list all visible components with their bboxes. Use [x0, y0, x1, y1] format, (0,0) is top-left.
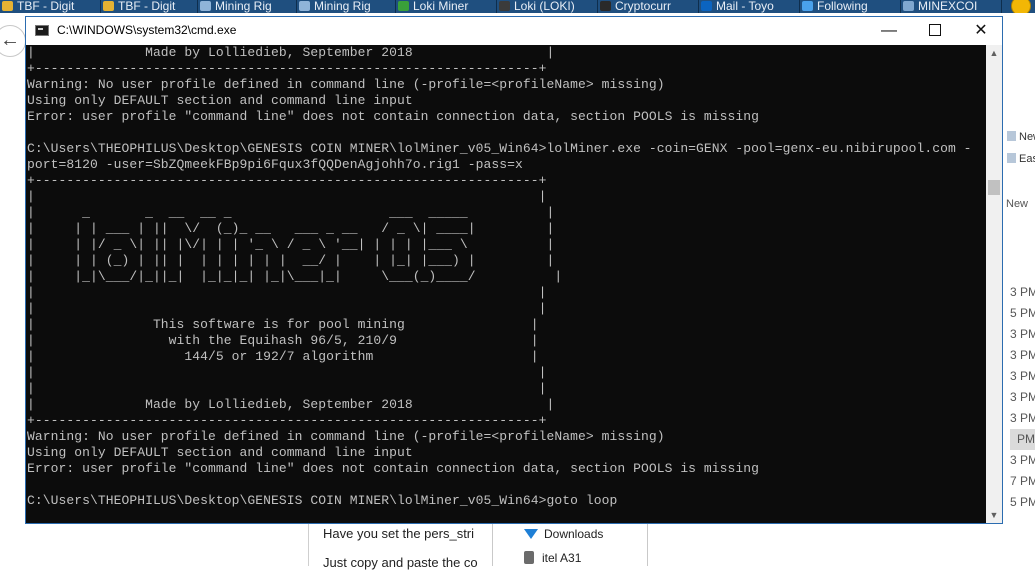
- tab-favicon-icon: [103, 1, 114, 11]
- tab-favicon-icon: [600, 1, 611, 11]
- minimize-button[interactable]: —: [866, 17, 912, 45]
- browser-tab[interactable]: Cryptocurr: [598, 0, 699, 13]
- console-line: | | | ___ | || \/ (_)_ __ ___ _ __ / _ \…: [27, 221, 555, 236]
- ribbon-group-label: New: [1006, 198, 1029, 210]
- console-line: | Made by Lolliedieb, September 2018 |: [27, 397, 555, 412]
- console-line: Warning: No user profile defined in comm…: [27, 77, 665, 92]
- console-line: | | |/ _ \| || |\/| | | '_ \ / _ \ '__| …: [27, 237, 555, 252]
- file-modified-time[interactable]: 5 PM: [1010, 303, 1035, 324]
- console-line: Error: user profile "command line" does …: [27, 109, 760, 124]
- file-modified-time[interactable]: 3 PM: [1010, 345, 1035, 366]
- console-line: Using only DEFAULT section and command l…: [27, 445, 413, 460]
- easy-access-icon: [1007, 153, 1016, 163]
- console-line: +---------------------------------------…: [27, 413, 547, 428]
- console-line: Using only DEFAULT section and command l…: [27, 93, 413, 108]
- console-line: | Made by Lolliedieb, September 2018 |: [27, 45, 555, 60]
- file-modified-time[interactable]: 7 PM: [1010, 471, 1035, 492]
- ribbon-easy-access[interactable]: Easy: [1007, 153, 1035, 165]
- profile-avatar[interactable]: [1011, 0, 1031, 13]
- download-arrow-icon: [524, 529, 538, 539]
- page-divider: [308, 524, 309, 566]
- console-line: +---------------------------------------…: [27, 61, 547, 76]
- console-line: | 144/5 or 192/7 algorithm |: [27, 349, 539, 364]
- minimize-icon: —: [881, 22, 897, 39]
- close-icon: ✕: [974, 22, 988, 39]
- browser-tab[interactable]: Loki Miner: [396, 0, 497, 13]
- console-line: | |: [27, 301, 547, 316]
- twitter-icon: [802, 1, 813, 11]
- maximize-button[interactable]: [912, 17, 958, 45]
- outlook-icon: [701, 1, 712, 11]
- console-line: C:\Users\THEOPHILUS\Desktop\GENESIS COIN…: [27, 141, 972, 156]
- console-line: | with the Equihash 96/5, 210/9 |: [27, 333, 539, 348]
- browser-tab[interactable]: Mining Rig: [198, 0, 297, 13]
- file-modified-time[interactable]: 3 PM: [1010, 324, 1035, 345]
- page-text: Just copy and paste the co: [323, 555, 478, 570]
- tab-favicon-icon: [398, 1, 409, 11]
- browser-tab[interactable]: TBF - Digit: [101, 0, 198, 13]
- console-text: | Made by Lolliedieb, September 2018 | +…: [26, 45, 986, 523]
- cmd-app-icon[interactable]: [35, 25, 49, 36]
- console-line: Error: user profile "command line" does …: [27, 461, 760, 476]
- phone-icon: [524, 551, 534, 564]
- console-line: | This software is for pool mining |: [27, 317, 539, 332]
- vertical-scrollbar[interactable]: ▲ ▼: [986, 45, 1002, 523]
- scroll-down-icon[interactable]: ▼: [986, 507, 1002, 523]
- browser-tab[interactable]: TBF - Digit: [0, 0, 101, 13]
- browser-tab[interactable]: MINEXCOI: [901, 0, 1002, 13]
- console-line: | |_|\___/|_||_| |_|_|_| |_|\___|_| \___…: [27, 269, 563, 284]
- browser-left-edge: [0, 13, 25, 566]
- console-line: | | | (_) | || | | | | | | | __/ | | |_|…: [27, 253, 555, 268]
- tab-favicon-icon: [2, 1, 13, 11]
- console-line: | |: [27, 285, 547, 300]
- file-modified-time[interactable]: 3 PM: [1010, 408, 1035, 429]
- browser-tab[interactable]: Loki (LOKI): [497, 0, 598, 13]
- file-modified-time-selected[interactable]: PM: [1010, 429, 1035, 450]
- tab-favicon-icon: [200, 1, 211, 11]
- maximize-icon: [929, 24, 941, 36]
- browser-tab[interactable]: Following: [800, 0, 901, 13]
- file-modified-time[interactable]: 5 PM: [1010, 492, 1035, 513]
- ribbon-new-item[interactable]: New: [1007, 131, 1035, 143]
- new-item-icon: [1007, 131, 1016, 141]
- scroll-up-icon[interactable]: ▲: [986, 45, 1002, 61]
- nav-item-device[interactable]: itel A31: [524, 551, 581, 565]
- console-line: C:\Users\THEOPHILUS\Desktop\GENESIS COIN…: [27, 493, 618, 508]
- cmd-window: C:\WINDOWS\system32\cmd.exe — ✕ | Made b…: [25, 16, 1003, 524]
- console-line: | |: [27, 365, 547, 380]
- file-modified-time[interactable]: 3 PM: [1010, 387, 1035, 408]
- console-output[interactable]: | Made by Lolliedieb, September 2018 | +…: [26, 45, 986, 523]
- tab-favicon-icon: [299, 1, 310, 11]
- scrollbar-thumb[interactable]: [988, 180, 1000, 195]
- console-line: port=8120 -user=SbZQmeekFBp9pi6Fqux3fQQD…: [27, 157, 523, 172]
- nav-item-downloads[interactable]: Downloads: [524, 527, 603, 541]
- browser-tab[interactable]: Mining Rig: [297, 0, 396, 13]
- browser-tab[interactable]: Mail - Toyo: [699, 0, 800, 13]
- console-line: Warning: No user profile defined in comm…: [27, 429, 665, 444]
- browser-tab-strip: TBF - Digit TBF - Digit Mining Rig Minin…: [0, 0, 1035, 13]
- console-line: | _ _ __ __ _ ___ _____ |: [27, 205, 555, 220]
- console-line: | |: [27, 189, 547, 204]
- page-text: Have you set the pers_stri: [323, 526, 475, 541]
- file-modified-time[interactable]: 3 PM: [1010, 366, 1035, 387]
- window-title: C:\WINDOWS\system32\cmd.exe: [57, 23, 237, 37]
- file-modified-time[interactable]: 3 PM: [1010, 450, 1035, 471]
- cmd-title-bar[interactable]: C:\WINDOWS\system32\cmd.exe — ✕: [26, 17, 1002, 45]
- tab-favicon-icon: [903, 1, 914, 11]
- close-button[interactable]: ✕: [958, 17, 1004, 45]
- arrow-left-icon: ←: [0, 29, 20, 51]
- console-line: | |: [27, 381, 547, 396]
- tab-favicon-icon: [499, 1, 510, 11]
- file-modified-time[interactable]: 3 PM: [1010, 282, 1035, 303]
- console-line: +---------------------------------------…: [27, 173, 547, 188]
